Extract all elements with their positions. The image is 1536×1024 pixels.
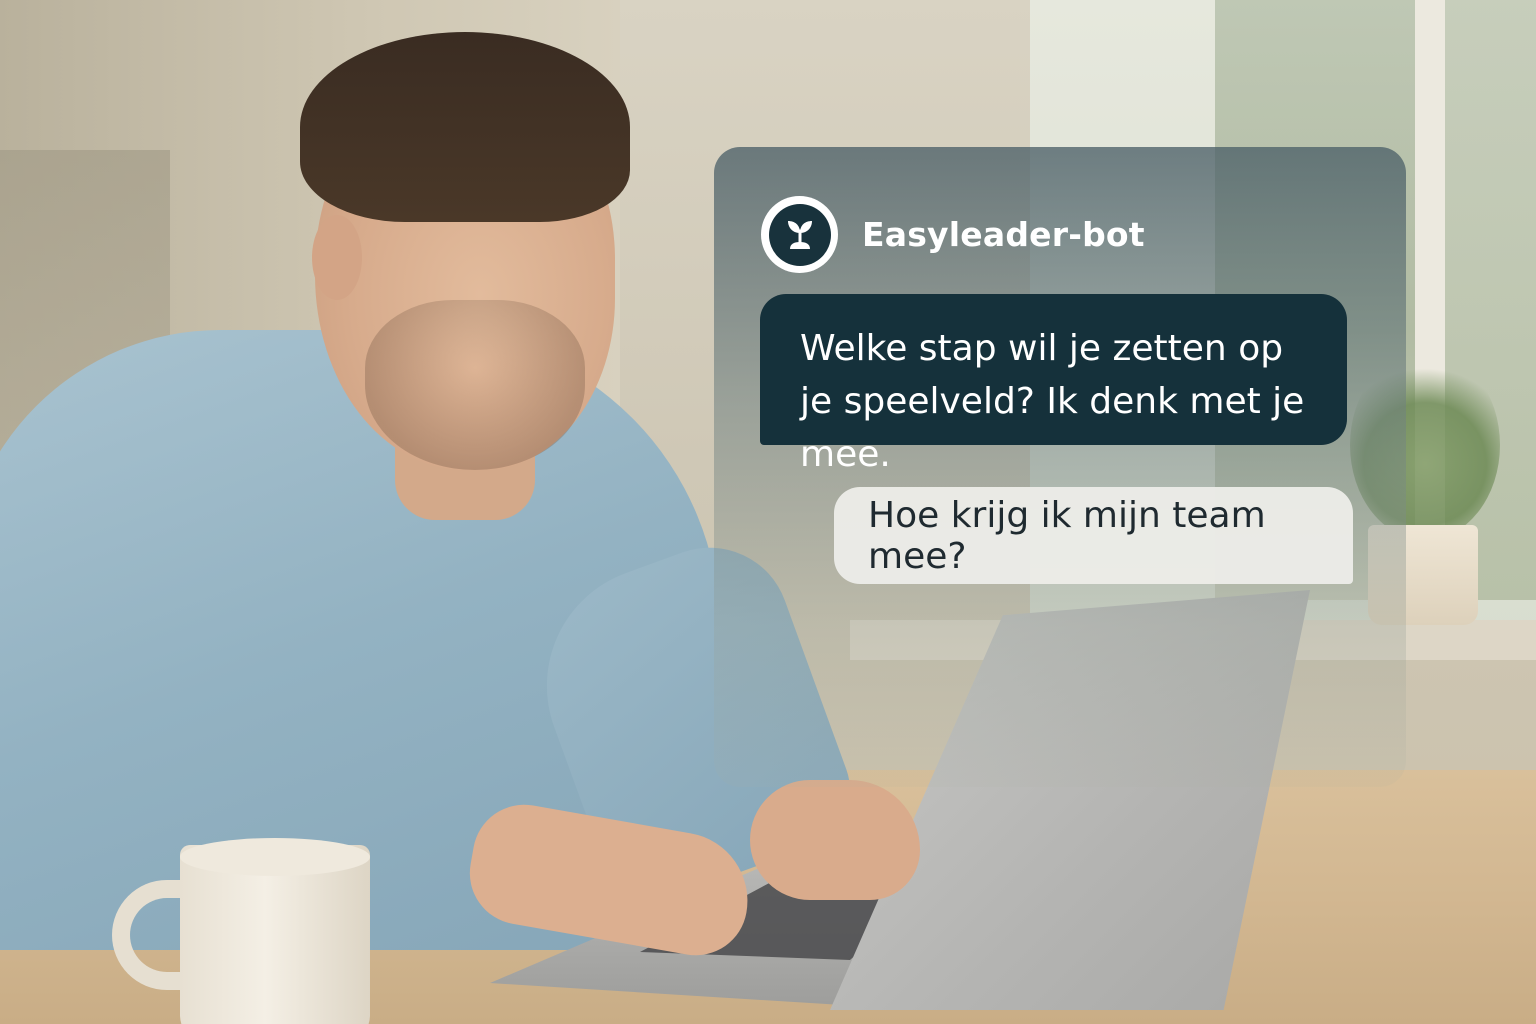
person-hand-right bbox=[750, 780, 920, 900]
chat-header: Easyleader-bot bbox=[761, 196, 1145, 273]
bot-name: Easyleader-bot bbox=[862, 215, 1145, 254]
mug-rim bbox=[180, 838, 370, 876]
photo-scene: Easyleader-bot Welke stap wil je zetten … bbox=[0, 0, 1536, 1024]
bot-avatar bbox=[761, 196, 838, 273]
sprout-icon bbox=[787, 220, 812, 249]
bot-avatar-badge bbox=[768, 203, 831, 266]
person-ear bbox=[312, 215, 362, 300]
person-beard bbox=[365, 300, 585, 470]
person-hair bbox=[300, 32, 630, 222]
bot-message-bubble: Welke stap wil je zetten op je speelveld… bbox=[760, 294, 1347, 475]
user-message-bubble: Hoe krijg ik mijn team mee? bbox=[834, 487, 1353, 584]
